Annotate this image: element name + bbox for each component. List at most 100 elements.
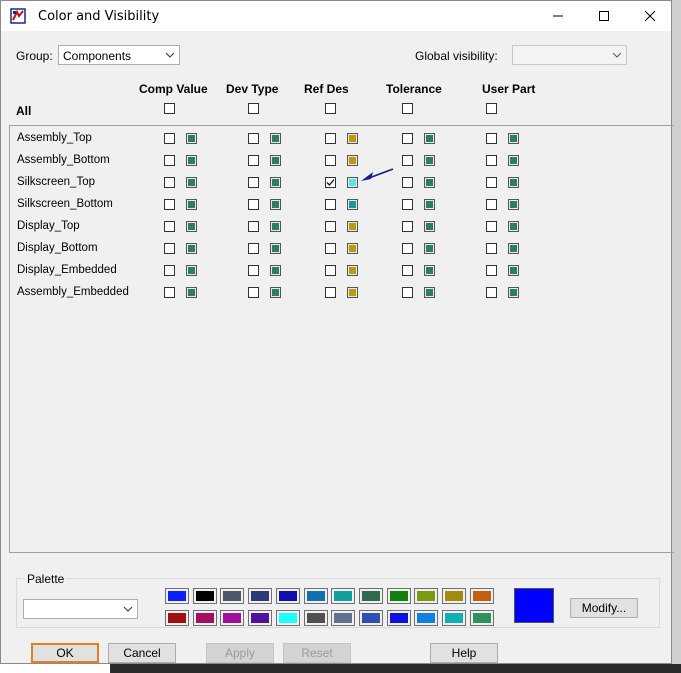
visibility-checkbox-dev-type[interactable] — [248, 221, 259, 232]
color-swatch-dev-type[interactable] — [270, 155, 281, 166]
color-swatch-tolerance[interactable] — [424, 221, 435, 232]
palette-color[interactable] — [220, 588, 245, 604]
color-swatch-dev-type[interactable] — [270, 287, 281, 298]
color-swatch-comp-value[interactable] — [186, 199, 197, 210]
visibility-checkbox-ref-des[interactable] — [325, 243, 336, 254]
all-checkbox-comp-value[interactable] — [164, 103, 175, 114]
palette-color[interactable] — [414, 588, 439, 604]
visibility-checkbox-comp-value[interactable] — [164, 221, 175, 232]
palette-color[interactable] — [248, 610, 273, 626]
color-swatch-tolerance[interactable] — [424, 133, 435, 144]
color-swatch-tolerance[interactable] — [424, 243, 435, 254]
color-swatch-dev-type[interactable] — [270, 265, 281, 276]
visibility-checkbox-user-part[interactable] — [486, 199, 497, 210]
visibility-checkbox-tolerance[interactable] — [402, 133, 413, 144]
palette-color[interactable] — [442, 588, 466, 604]
visibility-checkbox-comp-value[interactable] — [164, 287, 175, 298]
visibility-checkbox-comp-value[interactable] — [164, 177, 175, 188]
all-checkbox-user-part[interactable] — [486, 103, 497, 114]
palette-color[interactable] — [331, 610, 356, 626]
close-button[interactable] — [627, 1, 673, 31]
color-swatch-user-part[interactable] — [508, 177, 519, 188]
visibility-checkbox-user-part[interactable] — [486, 265, 497, 276]
global-visibility-select[interactable] — [512, 45, 627, 65]
palette-color[interactable] — [165, 588, 189, 604]
palette-color[interactable] — [192, 610, 217, 626]
ok-button[interactable]: OK — [31, 643, 99, 663]
visibility-checkbox-ref-des[interactable] — [325, 177, 336, 188]
visibility-checkbox-user-part[interactable] — [486, 177, 497, 188]
palette-color[interactable] — [275, 610, 300, 626]
visibility-checkbox-ref-des[interactable] — [325, 221, 336, 232]
color-swatch-comp-value[interactable] — [186, 177, 197, 188]
visibility-checkbox-dev-type[interactable] — [248, 155, 259, 166]
palette-color[interactable] — [469, 610, 494, 626]
visibility-checkbox-dev-type[interactable] — [248, 177, 259, 188]
color-swatch-ref-des[interactable] — [347, 221, 358, 232]
palette-color[interactable] — [386, 610, 411, 626]
color-swatch-ref-des[interactable] — [347, 287, 358, 298]
color-swatch-ref-des[interactable] — [347, 155, 358, 166]
visibility-checkbox-comp-value[interactable] — [164, 243, 175, 254]
color-swatch-user-part[interactable] — [508, 199, 519, 210]
color-swatch-comp-value[interactable] — [186, 265, 197, 276]
all-checkbox-dev-type[interactable] — [248, 103, 259, 114]
visibility-checkbox-comp-value[interactable] — [164, 133, 175, 144]
palette-color[interactable] — [220, 610, 245, 626]
palette-color[interactable] — [275, 588, 300, 604]
color-swatch-dev-type[interactable] — [270, 243, 281, 254]
color-swatch-ref-des[interactable] — [347, 199, 358, 210]
palette-color[interactable] — [192, 588, 217, 604]
color-swatch-user-part[interactable] — [508, 243, 519, 254]
maximize-button[interactable] — [581, 1, 627, 31]
visibility-checkbox-user-part[interactable] — [486, 133, 497, 144]
group-select[interactable]: Components — [58, 45, 180, 65]
color-swatch-comp-value[interactable] — [186, 243, 197, 254]
color-swatch-tolerance[interactable] — [424, 199, 435, 210]
color-swatch-user-part[interactable] — [508, 287, 519, 298]
visibility-checkbox-user-part[interactable] — [486, 221, 497, 232]
color-swatch-comp-value[interactable] — [186, 221, 197, 232]
color-swatch-tolerance[interactable] — [424, 287, 435, 298]
visibility-checkbox-tolerance[interactable] — [402, 199, 413, 210]
color-swatch-user-part[interactable] — [508, 221, 519, 232]
color-swatch-ref-des[interactable] — [347, 243, 358, 254]
visibility-checkbox-tolerance[interactable] — [402, 243, 413, 254]
palette-color[interactable] — [414, 610, 439, 626]
visibility-checkbox-ref-des[interactable] — [325, 265, 336, 276]
reset-button[interactable]: Reset — [283, 643, 351, 663]
palette-color[interactable] — [469, 588, 494, 604]
visibility-checkbox-user-part[interactable] — [486, 155, 497, 166]
color-swatch-user-part[interactable] — [508, 133, 519, 144]
color-swatch-tolerance[interactable] — [424, 265, 435, 276]
visibility-checkbox-dev-type[interactable] — [248, 243, 259, 254]
visibility-checkbox-dev-type[interactable] — [248, 133, 259, 144]
color-swatch-dev-type[interactable] — [270, 177, 281, 188]
visibility-checkbox-tolerance[interactable] — [402, 287, 413, 298]
color-swatch-ref-des[interactable] — [347, 133, 358, 144]
minimize-button[interactable] — [535, 1, 581, 31]
palette-color[interactable] — [386, 588, 411, 604]
palette-color[interactable] — [165, 610, 189, 626]
palette-color[interactable] — [442, 610, 466, 626]
color-swatch-comp-value[interactable] — [186, 133, 197, 144]
visibility-checkbox-tolerance[interactable] — [402, 155, 413, 166]
visibility-checkbox-user-part[interactable] — [486, 243, 497, 254]
palette-select[interactable] — [23, 599, 138, 619]
apply-button[interactable]: Apply — [206, 643, 274, 663]
visibility-checkbox-tolerance[interactable] — [402, 221, 413, 232]
visibility-checkbox-dev-type[interactable] — [248, 287, 259, 298]
color-swatch-dev-type[interactable] — [270, 133, 281, 144]
color-swatch-comp-value[interactable] — [186, 155, 197, 166]
visibility-checkbox-comp-value[interactable] — [164, 155, 175, 166]
all-checkbox-tolerance[interactable] — [402, 103, 413, 114]
color-swatch-tolerance[interactable] — [424, 177, 435, 188]
color-swatch-user-part[interactable] — [508, 265, 519, 276]
palette-color[interactable] — [303, 588, 328, 604]
color-swatch-tolerance[interactable] — [424, 155, 435, 166]
palette-color[interactable] — [358, 610, 383, 626]
visibility-checkbox-ref-des[interactable] — [325, 155, 336, 166]
palette-color[interactable] — [358, 588, 383, 604]
color-swatch-ref-des[interactable] — [347, 177, 358, 188]
visibility-checkbox-ref-des[interactable] — [325, 133, 336, 144]
